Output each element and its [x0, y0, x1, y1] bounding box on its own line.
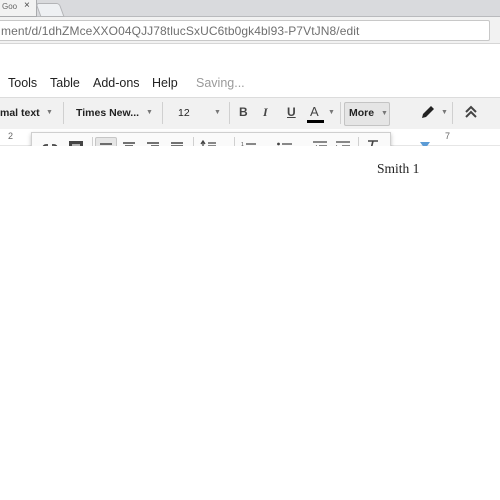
- chevron-down-icon: ▼: [46, 109, 53, 116]
- underline-button[interactable]: U: [287, 105, 296, 119]
- saving-status: Saving...: [196, 76, 245, 90]
- collapse-toolbar-icon[interactable]: [464, 105, 478, 124]
- address-bar-area: ment/d/1dhZMceXXO04QJJ78tlucSxUC6tb0gk4b…: [0, 17, 500, 44]
- text-color-swatch: [307, 120, 324, 123]
- toolbar-divider: [452, 102, 453, 124]
- new-tab-button[interactable]: [35, 3, 65, 17]
- ruler-number: 2: [8, 131, 14, 141]
- ruler-number: 7: [445, 131, 451, 141]
- toolbar-divider: [162, 102, 163, 124]
- more-button[interactable]: More ▼: [344, 102, 390, 126]
- editing-mode-pencil-icon[interactable]: [420, 104, 436, 125]
- italic-button[interactable]: I: [263, 105, 268, 120]
- text-color-button[interactable]: A: [310, 104, 319, 119]
- tab-close-icon[interactable]: ×: [24, 0, 30, 11]
- font-size-dropdown[interactable]: 12: [178, 107, 190, 119]
- paragraph-style-dropdown[interactable]: mal text: [0, 107, 40, 119]
- chevron-down-icon: ▼: [381, 110, 388, 117]
- chevron-down-icon: ▼: [328, 109, 335, 116]
- url-text: ment/d/1dhZMceXXO04QJJ78tlucSxUC6tb0gk4b…: [1, 24, 360, 38]
- page-header-text: Smith 1: [377, 161, 420, 176]
- menu-table[interactable]: Table: [50, 76, 80, 90]
- formatting-toolbar: mal text ▼ Times New... ▼ 12 ▼ B I U A ▼…: [0, 97, 500, 130]
- font-family-dropdown[interactable]: Times New...: [76, 107, 139, 119]
- more-button-label: More: [349, 107, 375, 119]
- browser-tab[interactable]: Goo ×: [0, 0, 37, 17]
- menu-tools[interactable]: Tools: [8, 76, 37, 90]
- address-bar[interactable]: ment/d/1dhZMceXXO04QJJ78tlucSxUC6tb0gk4b…: [0, 20, 490, 41]
- chevron-down-icon: ▼: [441, 109, 448, 116]
- chevron-down-icon: ▼: [214, 109, 221, 116]
- document-page[interactable]: [0, 146, 500, 500]
- menu-add-ons[interactable]: Add-ons: [93, 76, 140, 90]
- toolbar-divider: [63, 102, 64, 124]
- toolbar-divider: [229, 102, 230, 124]
- menu-help[interactable]: Help: [152, 76, 178, 90]
- bold-button[interactable]: B: [239, 105, 248, 119]
- browser-tab-bar: Goo ×: [0, 0, 500, 17]
- chevron-down-icon: ▼: [146, 109, 153, 116]
- toolbar-divider: [340, 102, 341, 124]
- browser-tab-label: Goo: [2, 2, 18, 11]
